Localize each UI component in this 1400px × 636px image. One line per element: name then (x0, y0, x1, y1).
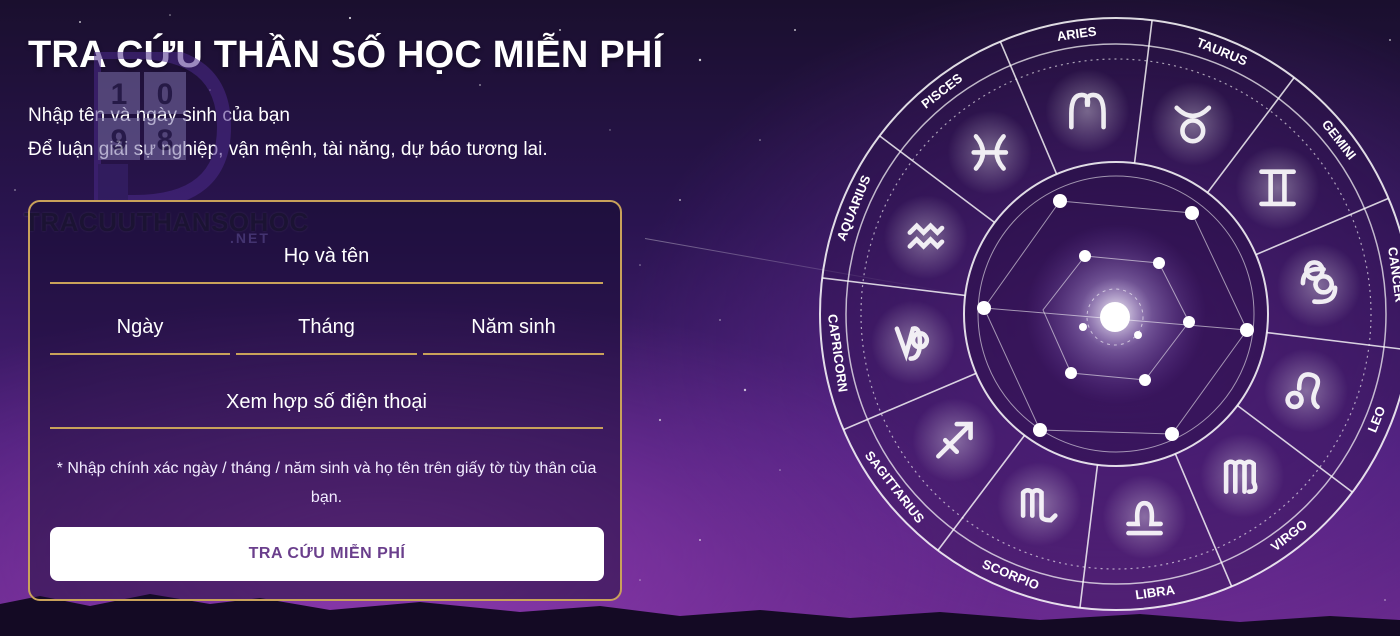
constellation-star-4 (1165, 427, 1179, 441)
center-star (1100, 302, 1130, 332)
subtitle-line-2: Để luận giải sự nghiệp, vận mệnh, tài nă… (28, 139, 548, 160)
zodiac-glow (883, 195, 968, 280)
zodiac-glow (1102, 475, 1187, 560)
zodiac-glow (1264, 348, 1349, 433)
constellation-star-5 (1033, 423, 1047, 437)
constellation-star-9 (1183, 316, 1195, 328)
zodiac-glow (1235, 145, 1320, 230)
phone-number-input[interactable]: Xem hợp số điện thoại (50, 392, 603, 429)
free-lookup-button[interactable]: TRA CỨU MIỄN PHÍ (50, 527, 604, 581)
page-title: TRA CỨU THẦN SỐ HỌC MIỄN PHÍ (28, 34, 664, 76)
constellation-star-1 (1053, 194, 1067, 208)
zodiac-glow (1277, 243, 1362, 328)
constellation-star-2 (1185, 206, 1199, 220)
constellation-star-3 (1240, 323, 1254, 337)
birth-month-input[interactable]: Tháng (236, 317, 417, 355)
zodiac-glow (1150, 81, 1235, 166)
birth-year-input[interactable]: Năm sinh (423, 317, 604, 355)
constellation-star-6 (977, 301, 991, 315)
constellation-star-8 (1153, 257, 1165, 269)
full-name-input[interactable]: Họ và tên (50, 246, 603, 284)
constellation-star-7 (1079, 250, 1091, 262)
constellation-star-11 (1065, 367, 1077, 379)
form-note: * Nhập chính xác ngày / tháng / năm sinh… (56, 460, 597, 506)
constellation-star-10 (1139, 374, 1151, 386)
birth-day-input[interactable]: Ngày (50, 317, 230, 355)
zodiac-wheel: ARIESTAURUSGEMINICANCERLEOVIRGOLIBRASCOR… (819, 17, 1400, 611)
constellation-star-12 (1079, 323, 1087, 331)
lookup-form: Họ và tên Ngày Tháng Năm sinh Xem hợp số… (28, 200, 622, 601)
subtitle-line-1: Nhập tên và ngày sinh của bạn (28, 105, 290, 126)
zodiac-glow (1045, 68, 1130, 153)
zodiac-glow (1200, 433, 1285, 518)
